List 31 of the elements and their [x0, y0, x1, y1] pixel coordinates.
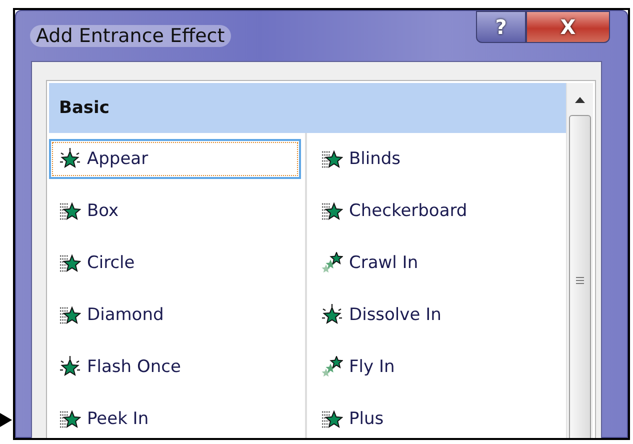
window-title: Add Entrance Effect: [30, 25, 231, 47]
effect-item[interactable]: Appear: [49, 139, 301, 179]
effect-item[interactable]: Dissolve In: [311, 295, 452, 335]
striped-star-icon: [321, 148, 343, 170]
striped-star-icon: [59, 304, 81, 326]
striped-star-icon: [321, 200, 343, 222]
flying-stars-icon: [321, 356, 343, 378]
sparkle-star-icon: [59, 356, 81, 378]
sparkle-star-icon: [59, 148, 81, 170]
grip-icon: [576, 276, 584, 284]
striped-star-icon: [59, 408, 81, 430]
effect-item[interactable]: Blinds: [311, 139, 411, 179]
striped-star-icon: [321, 408, 343, 430]
striped-star-icon: [59, 200, 81, 222]
effect-item[interactable]: Flash Once: [49, 347, 301, 387]
effect-item[interactable]: Peek In: [49, 399, 301, 438]
effect-item[interactable]: Diamond: [49, 295, 301, 335]
effect-item[interactable]: Crawl In: [311, 243, 428, 283]
effect-item[interactable]: Box: [49, 191, 301, 231]
scrollbar[interactable]: [566, 83, 593, 438]
group-title: Basic: [59, 98, 110, 118]
effect-item[interactable]: Circle: [49, 243, 301, 283]
effect-item[interactable]: Plus: [311, 399, 394, 438]
effect-item[interactable]: Fly In: [311, 347, 405, 387]
striped-star-icon: [59, 252, 81, 274]
close-button[interactable]: X: [526, 11, 610, 43]
sparkle-star-icon: [321, 304, 343, 326]
effect-item[interactable]: Checkerboard: [311, 191, 478, 231]
flying-stars-icon: [321, 252, 343, 274]
scroll-up-icon[interactable]: [575, 97, 585, 103]
scroll-thumb[interactable]: [569, 115, 591, 438]
